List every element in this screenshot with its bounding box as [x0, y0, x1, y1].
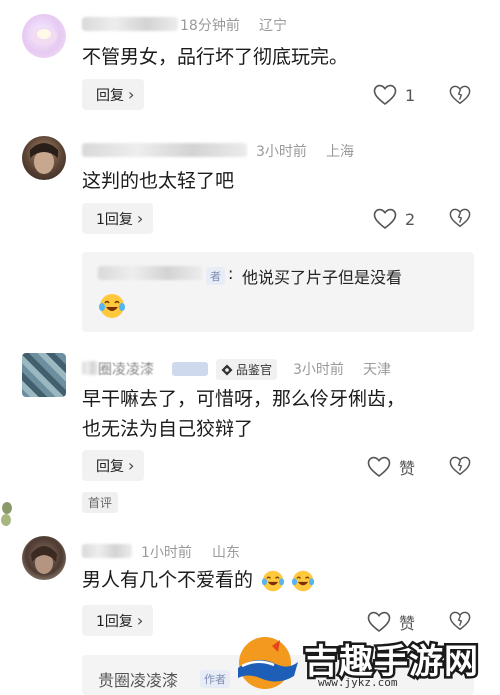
like-button[interactable]: 1: [373, 84, 415, 106]
username-blurred: [82, 544, 132, 558]
sub-reply-author: 贵圈凌凌漆: [98, 671, 179, 690]
username-blurred: [82, 361, 98, 375]
author-tag: 者: [206, 267, 225, 285]
dislike-icon[interactable]: [449, 84, 471, 106]
reply-label: 回复: [96, 87, 124, 104]
comment-text-line-2: 也无法为自己狡辩了: [82, 418, 254, 440]
reply-label: 1回复: [96, 211, 133, 228]
heart-icon: [367, 456, 391, 478]
comment-text: 不管男女，品行坏了彻底玩完。: [82, 46, 349, 68]
chevron-right-icon: ›: [136, 611, 144, 630]
chevron-right-icon: ›: [128, 456, 135, 475]
dislike-icon[interactable]: [449, 455, 471, 477]
reply-label: 1回复: [96, 613, 133, 630]
comment-time: 18分钟前: [180, 18, 240, 34]
first-comment-tag: 首评: [82, 492, 119, 513]
avatar[interactable]: [22, 136, 66, 180]
comment-time: 3小时前: [293, 362, 344, 378]
avatar-image: [31, 27, 57, 45]
reply-button[interactable]: 回复 ›: [82, 79, 145, 110]
like-label: 赞: [399, 459, 416, 478]
laughing-crying-emoji-icon: [291, 570, 315, 591]
chevron-right-icon: ›: [136, 209, 144, 228]
laughing-crying-emoji-icon: [261, 570, 285, 591]
watermark: 吉趣手游网 www.jykz.com: [232, 630, 500, 695]
comment-text-line-1: 早干嘛去了，可惜呀，那么伶牙俐齿，: [82, 388, 406, 410]
like-button[interactable]: 赞: [367, 455, 415, 479]
reply-button[interactable]: 回复 ›: [82, 450, 145, 481]
chevron-right-icon: ›: [128, 85, 135, 104]
side-decoration-icon: [1, 502, 12, 526]
comment-location: 上海: [326, 144, 354, 160]
reviewer-badge: 品鉴官: [216, 359, 278, 380]
reply-button[interactable]: 1回复 ›: [82, 203, 154, 234]
like-count: 2: [405, 209, 416, 229]
comment-text: 这判的也太轻了吧: [82, 170, 235, 192]
dislike-icon[interactable]: [449, 610, 471, 632]
heart-icon: [373, 208, 397, 230]
watermark-logo-icon: [238, 637, 298, 689]
laughing-crying-emoji-icon: [99, 294, 125, 318]
sub-reply-text: 他说买了片子但是没看: [242, 268, 403, 287]
username-blurred: [82, 17, 178, 31]
dislike-icon[interactable]: [449, 207, 471, 229]
like-count: 1: [405, 85, 416, 105]
comment-text: 男人有几个不爱看的: [82, 565, 315, 595]
reply-label: 回复: [96, 458, 124, 475]
comment-time: 3小时前: [256, 144, 307, 160]
comment-location: 山东: [212, 545, 240, 561]
user-level-badge: [172, 362, 208, 376]
comment-username[interactable]: 圈凌凌漆: [98, 359, 154, 379]
avatar[interactable]: [22, 536, 66, 580]
avatar-image: [31, 546, 57, 574]
sub-reply-box[interactable]: 者 : 他说买了片子但是没看: [82, 252, 474, 332]
heart-icon: [373, 84, 397, 106]
comment-time: 1小时前: [141, 545, 192, 561]
username-blurred: [82, 143, 247, 157]
like-button[interactable]: 2: [373, 208, 415, 230]
reply-button[interactable]: 1回复 ›: [82, 605, 154, 636]
comment-location: 天津: [363, 362, 391, 378]
comment-location: 辽宁: [259, 18, 287, 34]
reviewer-badge-label: 品鉴官: [236, 363, 273, 377]
sub-reply-author-blurred: [98, 266, 202, 280]
sub-reply-text-colon: :: [228, 264, 234, 283]
author-tag: 作者: [200, 670, 230, 688]
badge-diamond-icon: [221, 364, 233, 375]
watermark-url: www.jykz.com: [318, 676, 398, 689]
comment-text-content: 男人有几个不爱看的: [82, 569, 254, 591]
avatar[interactable]: [22, 14, 66, 58]
avatar[interactable]: [22, 353, 66, 397]
avatar-image: [30, 143, 58, 174]
